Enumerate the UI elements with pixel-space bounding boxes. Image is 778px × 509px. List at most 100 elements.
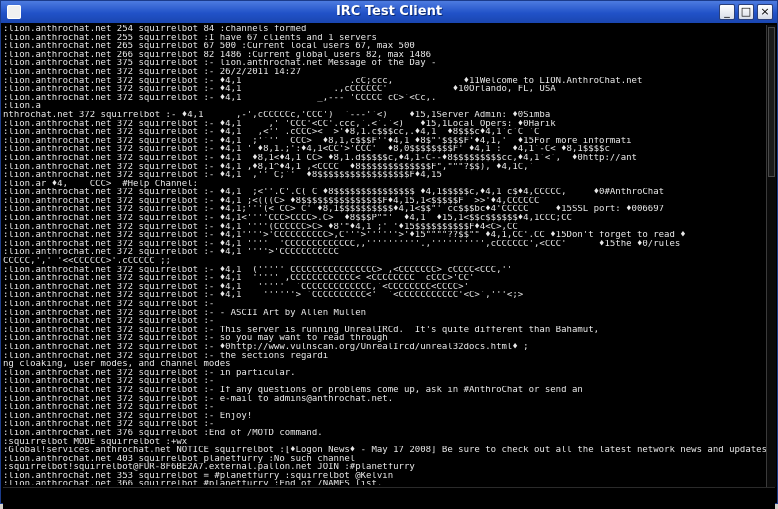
log-line-text: :lion.anthrochat.net 372 squirrelbot :- … [3, 282, 469, 292]
log-line-text: :lion.anthrochat.net 265 squirrelbot 67 … [3, 42, 415, 51]
minimize-button[interactable]: _ [719, 4, 735, 20]
log-line-text: :lion.anthrochat.net 372 squirrelbot :- … [3, 145, 610, 154]
log-line: :lion.anthrochat.net 372 squirrelbot :- … [3, 137, 767, 146]
log-line-text: :lion.anthrochat.net 372 squirrelbot :- … [3, 334, 388, 343]
log-line-text: :squirrelbot MODE squirrelbot :+wx [3, 437, 188, 447]
log-line: :lion.ar ♦4, CCC> #Help Channel: [3, 180, 767, 189]
log-line-text: :lion.anthrochat.net 366 squirrelbot #pl… [3, 480, 382, 485]
log-line-text: :lion.a [3, 102, 41, 111]
log-line-text: :lion.anthrochat.net 372 squirrelbot :- … [3, 188, 665, 197]
log-line-text: :lion.anthrochat.net 372 squirrelbot :- … [3, 214, 572, 223]
log-line-text: :lion.anthrochat.net 372 squirrelbot :- [3, 377, 215, 386]
log-line: :lion.anthrochat.net 372 squirrelbot :- … [3, 128, 767, 137]
log-line-text: :lion.anthrochat.net 372 squirrelbot :- … [3, 274, 475, 283]
log-line: :lion.anthrochat.net 372 squirrelbot :- … [3, 154, 767, 163]
log-line-text: :lion.anthrochat.net 372 squirrelbot :- … [3, 385, 583, 395]
log-line: :lion.anthrochat.net 372 squirrelbot :- [3, 420, 767, 429]
log-line-text: :lion.anthrochat.net 372 squirrelbot :- … [3, 411, 253, 421]
log-line: :lion.anthrochat.net 372 squirrelbot :- [3, 300, 767, 309]
log-line-text: :lion.ar ♦4, CCC> #Help Channel: [3, 179, 199, 189]
log-line: :lion.anthrochat.net 372 squirrelbot :- … [3, 77, 767, 86]
log-line: nthrochat.net 372 squirrelbot :- ♦4,1 ,-… [3, 111, 767, 120]
log-line: :lion.anthrochat.net 266 squirrelbot 82 … [3, 51, 767, 60]
log-line-text: :lion.anthrochat.net 372 squirrelbot :- [3, 300, 215, 309]
log-line-text: :squirrelbot!squirrelbot@FUR-8F6BE2A7.ex… [3, 463, 415, 472]
log-line: :lion.anthrochat.net 372 squirrelbot :- … [3, 223, 767, 232]
maximize-button[interactable]: □ [738, 4, 754, 20]
log-line: :lion.anthrochat.net 372 squirrelbot :- … [3, 386, 767, 395]
log-line: :lion.anthrochat.net 372 squirrelbot :- … [3, 274, 767, 283]
log-line: :lion.anthrochat.net 372 squirrelbot :- … [3, 120, 767, 129]
scrollbar-thumb[interactable] [768, 27, 775, 177]
log-line: :lion.anthrochat.net 372 squirrelbot :- [3, 403, 767, 412]
window-title: IRC Test Client [335, 4, 443, 19]
log-line: :lion.anthrochat.net 372 squirrelbot :- … [3, 68, 767, 77]
log-line: :lion.anthrochat.net 372 squirrelbot :- … [3, 248, 767, 257]
log-line-text: :lion.anthrochat.net 255 squirrelbot :I … [3, 33, 377, 43]
log-line: :lion.anthrochat.net 372 squirrelbot :- … [3, 171, 767, 180]
log-line: :lion.anthrochat.net 372 squirrelbot :- … [3, 214, 767, 223]
log-line: :lion.anthrochat.net 353 squirrelbot = #… [3, 472, 767, 481]
log-line: :Global!services.anthrochat.net NOTICE s… [3, 446, 767, 455]
log-line: :lion.a [3, 102, 767, 111]
log-line: :lion.anthrochat.net 372 squirrelbot :- … [3, 326, 767, 335]
log-line-text: :lion.anthrochat.net 266 squirrelbot 82 … [3, 50, 432, 60]
log-line-text: :lion.anthrochat.net 372 squirrelbot :- … [3, 171, 442, 180]
input-bar [3, 487, 775, 509]
log-line: :lion.anthrochat.net 255 squirrelbot :I … [3, 34, 767, 43]
log-line: :lion.anthrochat.net 372 squirrelbot :- … [3, 94, 767, 103]
title-bar[interactable]: IRC Test Client _ □ × [1, 1, 777, 23]
log-line: :lion.anthrochat.net 372 squirrelbot :- … [3, 412, 767, 421]
log-line-text: :lion.anthrochat.net 372 squirrelbot :- … [3, 325, 600, 335]
log-line-text: :lion.anthrochat.net 372 squirrelbot :- … [3, 239, 681, 249]
log-line-text: :lion.anthrochat.net 372 squirrelbot :- … [3, 351, 329, 361]
log-line: :lion.anthrochat.net 372 squirrelbot :- … [3, 369, 767, 378]
log-line-text: :lion.anthrochat.net 372 squirrelbot :- … [3, 136, 632, 146]
log-line-text: :lion.anthrochat.net 372 squirrelbot :- [3, 317, 215, 326]
log-line-text: :lion.anthrochat.net 372 squirrelbot :- … [3, 153, 637, 163]
log-line: :lion.anthrochat.net 372 squirrelbot :- … [3, 283, 767, 292]
log-line: :lion.anthrochat.net 372 squirrelbot :- … [3, 205, 767, 214]
log-line: :lion.anthrochat.net 372 squirrelbot :- … [3, 291, 767, 300]
message-input[interactable] [3, 492, 775, 509]
log-line-text: :lion.anthrochat.net 372 squirrelbot :- … [3, 119, 556, 129]
log-line-text: :lion.anthrochat.net 372 squirrelbot :- … [3, 308, 367, 318]
log-line: :lion.anthrochat.net 372 squirrelbot :- … [3, 145, 767, 154]
log-line-text: :lion.anthrochat.net 372 squirrelbot :- … [3, 85, 556, 94]
irc-client-window: IRC Test Client _ □ × :lion.anthrochat.n… [0, 0, 778, 509]
log-line: :squirrelbot MODE squirrelbot :+wx [3, 438, 767, 447]
log-line-text: CCCCC,',' '<<CCCCCC>'.cCCCCC ;; [3, 257, 171, 266]
log-line: :lion.anthrochat.net 372 squirrelbot :- … [3, 85, 767, 94]
log-line: CCCCC,',' '<<CCCCCC>'.cCCCCC ;; [3, 257, 767, 266]
log-line-text: :lion.anthrochat.net 372 squirrelbot :- … [3, 394, 394, 404]
log-line: :lion.anthrochat.net 372 squirrelbot :- … [3, 163, 767, 172]
log-line-text: :lion.anthrochat.net 372 squirrelbot :- … [3, 248, 339, 258]
log-line-text: :lion.anthrochat.net 376 squirrelbot :En… [3, 428, 323, 438]
log-line-text: :Global!services.anthrochat.net NOTICE s… [3, 446, 767, 455]
log-line: :lion.anthrochat.net 372 squirrelbot :- … [3, 309, 767, 318]
log-line-text: :lion.anthrochat.net 372 squirrelbot :- … [3, 368, 296, 378]
log-line-text: :lion.anthrochat.net 372 squirrelbot :- [3, 403, 215, 412]
vertical-scrollbar[interactable] [766, 25, 776, 487]
log-line: :lion.anthrochat.net 372 squirrelbot :- … [3, 197, 767, 206]
log-line-text: :lion.anthrochat.net 372 squirrelbot :- … [3, 231, 686, 240]
message-log[interactable]: :lion.anthrochat.net 254 squirrelbot 84 … [3, 25, 767, 485]
log-line: :squirrelbot!squirrelbot@FUR-8F6BE2A7.ex… [3, 463, 767, 472]
log-line: :lion.anthrochat.net 403 squirrelbot pla… [3, 455, 767, 464]
log-line-text: :lion.anthrochat.net 372 squirrelbot :- [3, 420, 215, 429]
log-line: :lion.anthrochat.net 372 squirrelbot :- … [3, 266, 767, 275]
log-line: :lion.anthrochat.net 372 squirrelbot :- [3, 377, 767, 386]
close-button[interactable]: × [757, 4, 773, 20]
log-line-text: :lion.anthrochat.net 403 squirrelbot pla… [3, 454, 356, 464]
log-line: :lion.anthrochat.net 372 squirrelbot :- … [3, 352, 767, 361]
log-line-text: :lion.anthrochat.net 353 squirrelbot = #… [3, 471, 394, 481]
log-line-text: :lion.anthrochat.net 372 squirrelbot :- … [3, 205, 665, 215]
log-line-text: ng cloaking, user modes, and channel mod… [3, 360, 231, 369]
log-line: :lion.anthrochat.net 372 squirrelbot :- [3, 317, 767, 326]
log-line: :lion.anthrochat.net 375 squirrelbot :- … [3, 59, 767, 68]
log-line: :lion.anthrochat.net 372 squirrelbot :- … [3, 395, 767, 404]
log-line-text: :lion.anthrochat.net 372 squirrelbot :- … [3, 342, 529, 352]
log-line: :lion.anthrochat.net 372 squirrelbot :- … [3, 334, 767, 343]
log-line: :lion.anthrochat.net 372 squirrelbot :- … [3, 231, 767, 240]
log-line-text: :lion.anthrochat.net 372 squirrelbot :- … [3, 291, 524, 300]
